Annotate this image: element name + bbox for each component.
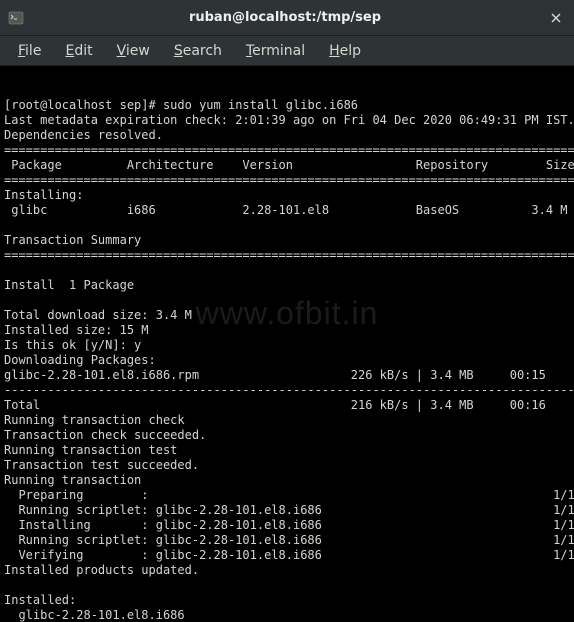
terminal-line: Preparing : 1/1 xyxy=(4,488,574,502)
terminal-line: Is this ok [y/N]: y xyxy=(4,338,141,352)
terminal-line: Running transaction check xyxy=(4,413,185,427)
terminal-line: Installing : glibc-2.28-101.el8.i686 1/1 xyxy=(4,518,574,532)
window-title: ruban@localhost:/tmp/sep xyxy=(24,10,546,25)
terminal-line: Running transaction test xyxy=(4,443,177,457)
terminal-line: Transaction test succeeded. xyxy=(4,458,199,472)
terminal-line: Downloading Packages: xyxy=(4,353,156,367)
terminal-line: Running scriptlet: glibc-2.28-101.el8.i6… xyxy=(4,503,574,517)
table-row: glibc i686 2.28-101.el8 BaseOS 3.4 M xyxy=(4,203,568,217)
terminal-line: Install 1 Package xyxy=(4,278,134,292)
terminal-line: ========================================… xyxy=(4,143,574,157)
terminal-line: Running transaction xyxy=(4,473,141,487)
terminal-line: glibc-2.28-101.el8.i686.rpm 226 kB/s | 3… xyxy=(4,368,546,382)
menu-search[interactable]: Search xyxy=(164,39,232,63)
terminal-icon xyxy=(8,10,24,26)
menu-help[interactable]: Help xyxy=(319,39,371,63)
terminal-line: Last metadata expiration check: 2:01:39 … xyxy=(4,113,574,127)
terminal-line: Transaction check succeeded. xyxy=(4,428,206,442)
table-header: Package Architecture Version Repository … xyxy=(4,158,574,172)
titlebar-left xyxy=(8,10,24,26)
terminal-line: Installed: xyxy=(4,593,76,607)
menubar: File Edit View Search Terminal Help xyxy=(0,36,574,66)
terminal-line: ----------------------------------------… xyxy=(4,383,574,397)
terminal-area[interactable]: www.ofbit.in [root@localhost sep]# sudo … xyxy=(0,66,574,622)
menu-edit[interactable]: Edit xyxy=(55,39,102,63)
terminal-line: Total 216 kB/s | 3.4 MB 00:16 xyxy=(4,398,546,412)
terminal-line: Dependencies resolved. xyxy=(4,128,163,142)
command-text: sudo yum install glibc.i686 xyxy=(163,98,358,112)
close-icon xyxy=(550,12,562,24)
titlebar: ruban@localhost:/tmp/sep xyxy=(0,0,574,36)
terminal-line: Installed products updated. xyxy=(4,563,199,577)
terminal-line: Installing: xyxy=(4,188,83,202)
terminal-line: Total download size: 3.4 M xyxy=(4,308,192,322)
terminal-line: Transaction Summary xyxy=(4,233,141,247)
menu-file[interactable]: File xyxy=(8,39,51,63)
terminal-line: Verifying : glibc-2.28-101.el8.i686 1/1 xyxy=(4,548,574,562)
close-button[interactable] xyxy=(546,8,566,28)
terminal-line: ========================================… xyxy=(4,248,574,262)
menu-view[interactable]: View xyxy=(107,39,160,63)
terminal-line: Running scriptlet: glibc-2.28-101.el8.i6… xyxy=(4,533,574,547)
prompt: [root@localhost sep]# xyxy=(4,98,163,112)
terminal-line: ========================================… xyxy=(4,173,574,187)
terminal-line: Installed size: 15 M xyxy=(4,323,149,337)
menu-terminal[interactable]: Terminal xyxy=(236,39,315,63)
terminal-line: glibc-2.28-101.el8.i686 xyxy=(4,608,185,622)
